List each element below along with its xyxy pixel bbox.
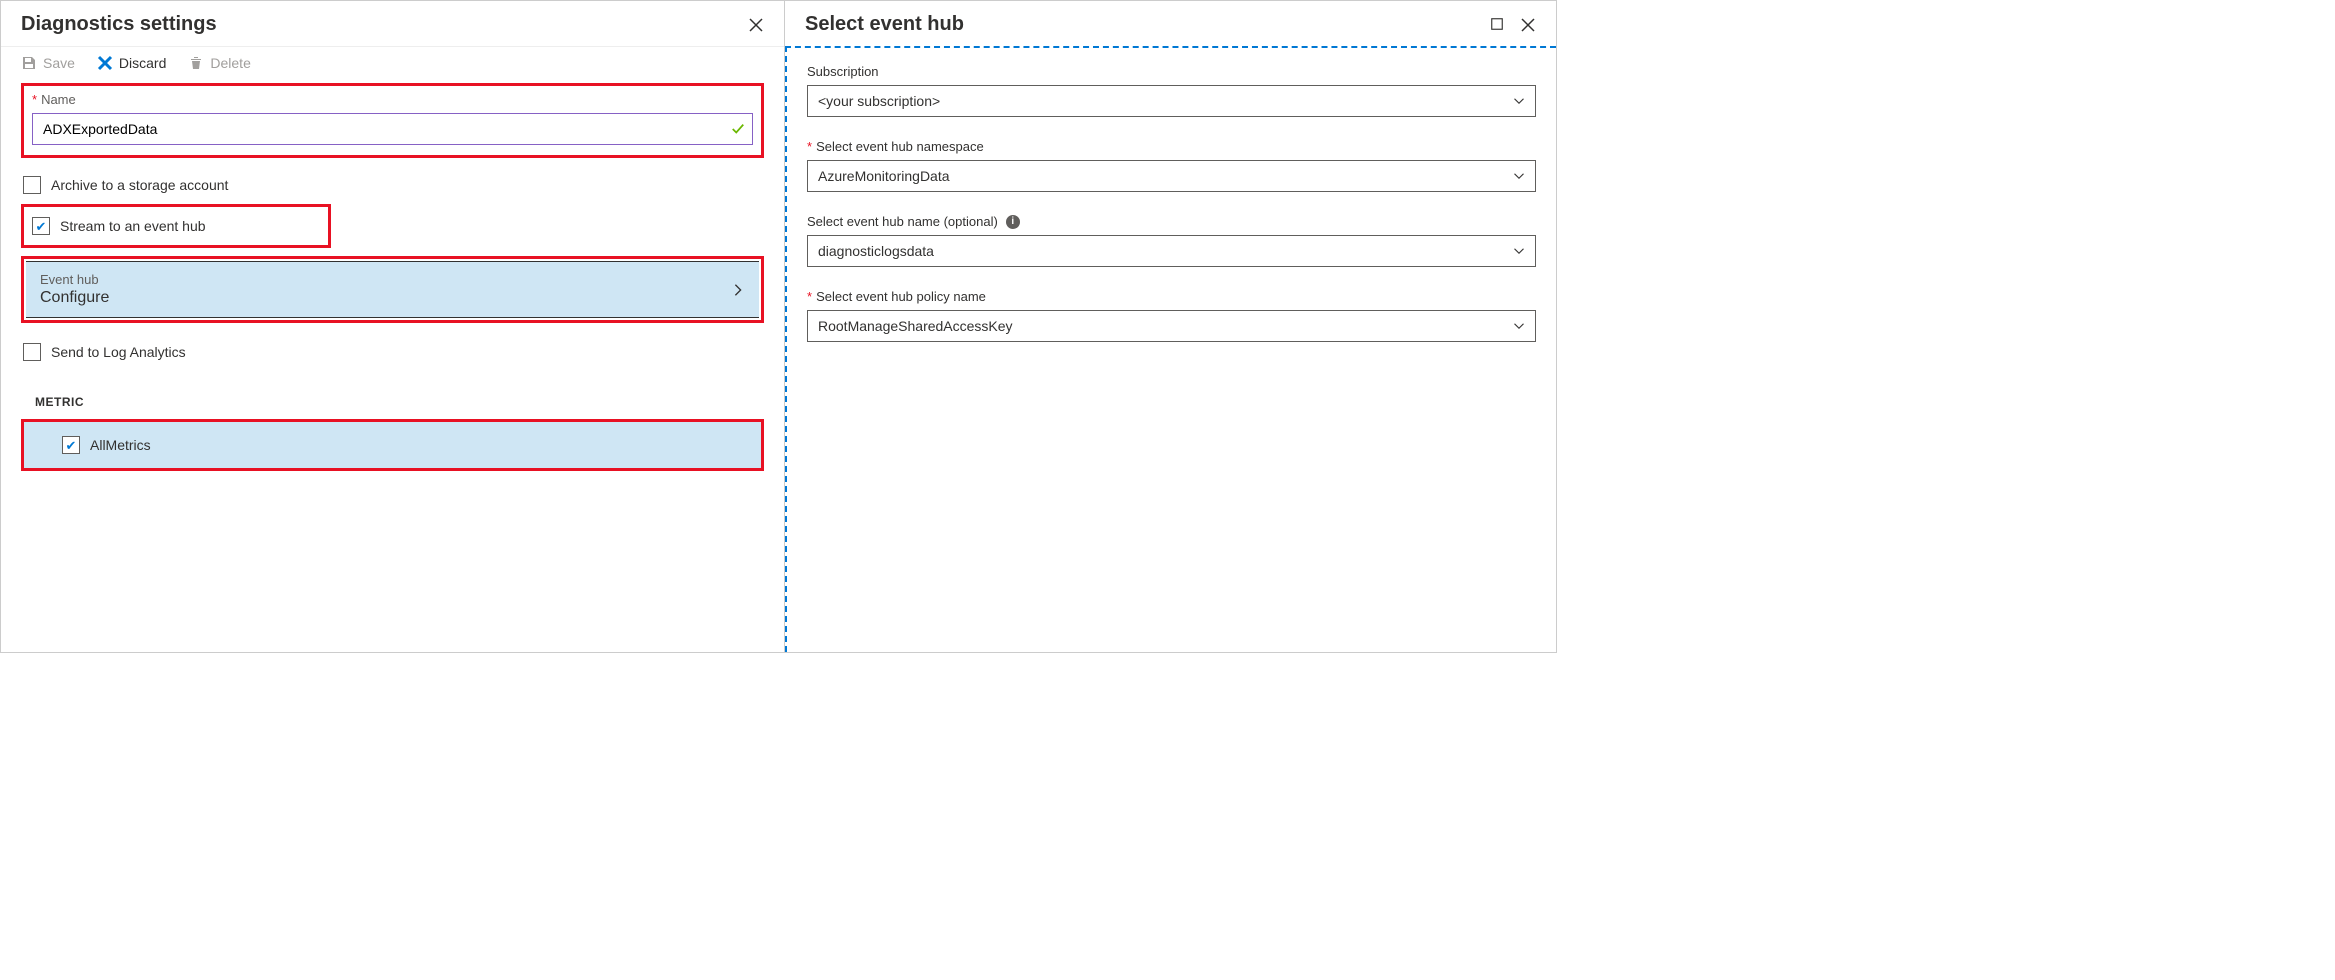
subscription-label: Subscription bbox=[807, 64, 1536, 79]
hubname-value: diagnosticlogsdata bbox=[818, 243, 934, 259]
delete-icon bbox=[188, 55, 204, 71]
right-title: Select event hub bbox=[805, 13, 964, 36]
loganalytics-checkbox-row[interactable]: Send to Log Analytics bbox=[21, 333, 764, 371]
info-icon[interactable]: i bbox=[1006, 215, 1020, 229]
namespace-dropdown[interactable]: AzureMonitoringData bbox=[807, 160, 1536, 192]
name-input[interactable] bbox=[32, 113, 753, 145]
required-indicator: * bbox=[807, 139, 812, 154]
discard-button[interactable]: Discard bbox=[97, 55, 166, 71]
save-icon bbox=[21, 55, 37, 71]
policy-value: RootManageSharedAccessKey bbox=[818, 318, 1013, 334]
save-label: Save bbox=[43, 55, 75, 71]
subscription-dropdown[interactable]: <your subscription> bbox=[807, 85, 1536, 117]
policy-label: * Select event hub policy name bbox=[807, 289, 1536, 304]
close-icon[interactable] bbox=[748, 17, 764, 33]
hubname-label: Select event hub name (optional) i bbox=[807, 214, 1536, 229]
policy-dropdown[interactable]: RootManageSharedAccessKey bbox=[807, 310, 1536, 342]
page-title: Diagnostics settings bbox=[21, 13, 217, 36]
allmetrics-checkbox-row[interactable]: AllMetrics bbox=[62, 436, 747, 454]
chevron-down-icon bbox=[1513, 95, 1525, 107]
restore-icon[interactable] bbox=[1490, 17, 1506, 33]
name-field-highlight: * Name bbox=[21, 83, 764, 158]
delete-label: Delete bbox=[210, 55, 250, 71]
chevron-down-icon bbox=[1513, 320, 1525, 332]
required-indicator: * bbox=[807, 289, 812, 304]
chevron-right-icon bbox=[731, 283, 745, 297]
archive-label: Archive to a storage account bbox=[51, 177, 228, 193]
eventhub-small-label: Event hub bbox=[40, 272, 109, 287]
eventhub-configure-button[interactable]: Event hub Configure bbox=[26, 261, 759, 318]
discard-label: Discard bbox=[119, 55, 166, 71]
stream-label: Stream to an event hub bbox=[60, 218, 206, 234]
stream-checkbox[interactable] bbox=[32, 217, 50, 235]
close-icon[interactable] bbox=[1520, 17, 1536, 33]
chevron-down-icon bbox=[1513, 170, 1525, 182]
allmetrics-checkbox[interactable] bbox=[62, 436, 80, 454]
discard-icon bbox=[97, 55, 113, 71]
chevron-down-icon bbox=[1513, 245, 1525, 257]
subscription-value: <your subscription> bbox=[818, 93, 940, 109]
stream-field-highlight: Stream to an event hub bbox=[21, 204, 331, 248]
archive-checkbox[interactable] bbox=[23, 176, 41, 194]
allmetrics-label: AllMetrics bbox=[90, 437, 151, 453]
loganalytics-label: Send to Log Analytics bbox=[51, 344, 186, 360]
save-button[interactable]: Save bbox=[21, 55, 75, 71]
eventhub-big-label: Configure bbox=[40, 289, 109, 307]
archive-checkbox-row[interactable]: Archive to a storage account bbox=[21, 166, 764, 204]
name-label: * Name bbox=[32, 92, 753, 107]
required-indicator: * bbox=[32, 92, 37, 107]
delete-button[interactable]: Delete bbox=[188, 55, 250, 71]
hubname-dropdown[interactable]: diagnosticlogsdata bbox=[807, 235, 1536, 267]
namespace-value: AzureMonitoringData bbox=[818, 168, 950, 184]
checkmark-icon bbox=[731, 122, 745, 136]
allmetrics-highlight: AllMetrics bbox=[21, 419, 764, 471]
stream-checkbox-row[interactable]: Stream to an event hub bbox=[32, 217, 320, 235]
eventhub-configure-highlight: Event hub Configure bbox=[21, 256, 764, 323]
namespace-label: * Select event hub namespace bbox=[807, 139, 1536, 154]
loganalytics-checkbox[interactable] bbox=[23, 343, 41, 361]
metric-section-label: METRIC bbox=[21, 371, 764, 419]
